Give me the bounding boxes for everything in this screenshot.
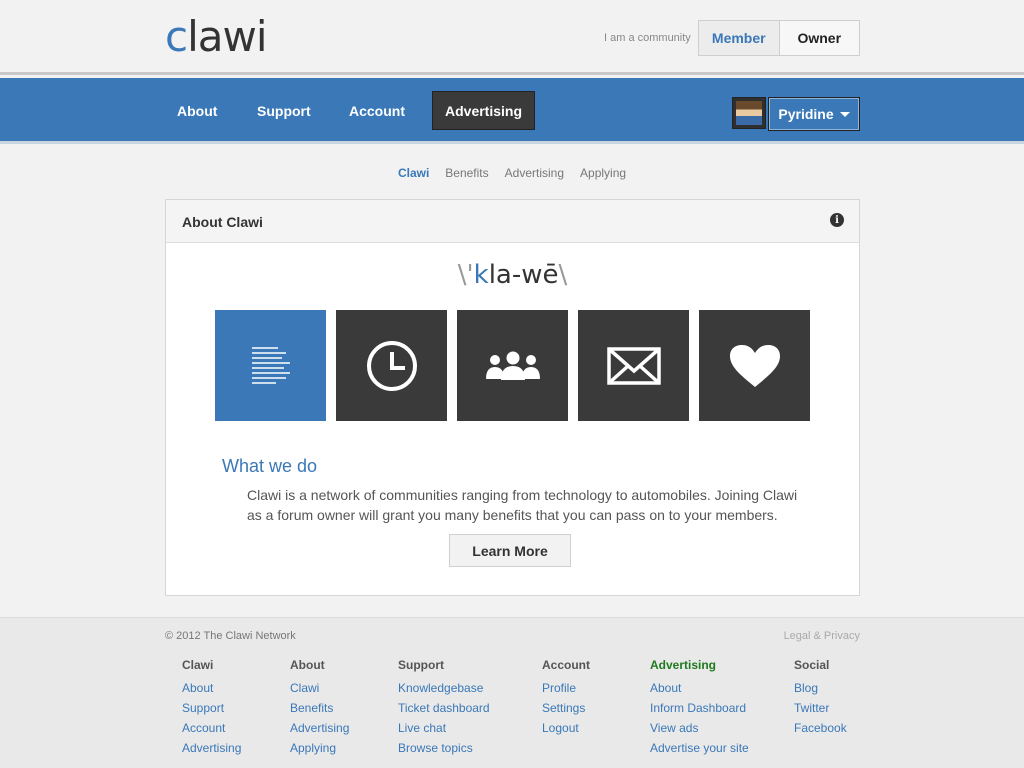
envelope-icon <box>606 346 661 385</box>
nav-support[interactable]: Support <box>245 91 323 130</box>
footer-link[interactable]: Twitter <box>794 698 847 718</box>
tile-about[interactable] <box>215 310 326 421</box>
footer-col-title: Social <box>794 658 830 672</box>
copyright: © 2012 The Clawi Network <box>165 630 296 642</box>
footer-link[interactable]: Advertising <box>290 718 349 738</box>
tile-community[interactable] <box>457 310 568 421</box>
footer-link[interactable]: Advertise your site <box>650 738 749 758</box>
sub-nav: Clawi Benefits Advertising Applying <box>0 166 1024 180</box>
site-footer: © 2012 The Clawi Network Legal & Privacy… <box>0 617 1024 768</box>
feature-tiles <box>215 310 810 421</box>
people-icon <box>485 351 540 380</box>
role-toggle: Member Owner <box>698 20 860 56</box>
tile-benefits[interactable] <box>699 310 810 421</box>
footer-link[interactable]: Support <box>182 698 241 718</box>
user-name: Pyridine <box>778 106 834 122</box>
footer-link[interactable]: Clawi <box>290 678 349 698</box>
footer-link[interactable]: Ticket dashboard <box>398 698 490 718</box>
footer-col-title: Support <box>398 658 444 672</box>
section-title: What we do <box>222 456 318 476</box>
panel-title: About Clawi <box>182 214 263 230</box>
subnav-clawi[interactable]: Clawi <box>398 166 429 180</box>
nav-about[interactable]: About <box>165 91 229 130</box>
footer-link[interactable]: Inform Dashboard <box>650 698 749 718</box>
main-nav: About Support Account Advertising Pyridi… <box>0 78 1024 144</box>
footer-link[interactable]: Advertising <box>182 738 241 758</box>
footer-link[interactable]: Logout <box>542 718 590 738</box>
clawi-logo[interactable]: clawi <box>165 12 268 62</box>
subnav-advertising[interactable]: Advertising <box>505 166 564 180</box>
footer-col-about: About Clawi Benefits Advertising Applyin… <box>290 658 349 758</box>
panel-header: About Clawi i <box>166 200 859 243</box>
footer-link[interactable]: Profile <box>542 678 590 698</box>
caret-down-icon <box>839 111 850 117</box>
subnav-applying[interactable]: Applying <box>580 166 626 180</box>
footer-link[interactable]: About <box>650 678 749 698</box>
member-button[interactable]: Member <box>699 21 780 55</box>
footer-col-clawi: Clawi About Support Account Advertising <box>182 658 241 758</box>
footer-col-account: Account Profile Settings Logout <box>542 658 590 738</box>
footer-link[interactable]: About <box>182 678 241 698</box>
footer-col-title: Advertising <box>650 658 717 672</box>
clock-icon <box>366 340 417 391</box>
nav-account[interactable]: Account <box>337 91 417 130</box>
footer-col-title: About <box>290 658 325 672</box>
footer-link[interactable]: Blog <box>794 678 847 698</box>
avatar[interactable] <box>732 97 766 129</box>
footer-link[interactable]: Account <box>182 718 241 738</box>
footer-col-support: Support Knowledgebase Ticket dashboard L… <box>398 658 490 758</box>
legal-privacy-link[interactable]: Legal & Privacy <box>784 630 860 642</box>
site-header: clawi I am a community Member Owner <box>0 0 1024 75</box>
footer-col-title: Clawi <box>182 658 214 672</box>
footer-link[interactable]: Settings <box>542 698 590 718</box>
avatar-image <box>736 101 762 125</box>
subnav-benefits[interactable]: Benefits <box>445 166 488 180</box>
community-label: I am a community <box>604 32 691 44</box>
footer-link[interactable]: Facebook <box>794 718 847 738</box>
pronunciation: \'kla-wē\ <box>457 260 568 290</box>
heart-icon <box>729 344 780 387</box>
footer-link[interactable]: Browse topics <box>398 738 490 758</box>
user-menu-button[interactable]: Pyridine <box>768 97 860 131</box>
tile-contact[interactable] <box>578 310 689 421</box>
footer-col-title: Account <box>542 658 590 672</box>
owner-button[interactable]: Owner <box>779 21 859 55</box>
info-icon[interactable]: i <box>830 213 844 227</box>
footer-link[interactable]: Live chat <box>398 718 490 738</box>
learn-more-button[interactable]: Learn More <box>449 534 571 567</box>
section-body: Clawi is a network of communities rangin… <box>247 487 798 523</box>
footer-col-advertising: Advertising About Inform Dashboard View … <box>650 658 749 758</box>
footer-col-social: Social Blog Twitter Facebook <box>794 658 847 738</box>
document-lines-icon <box>251 346 290 384</box>
footer-link[interactable]: Knowledgebase <box>398 678 490 698</box>
nav-advertising[interactable]: Advertising <box>432 91 536 130</box>
footer-link[interactable]: Benefits <box>290 698 349 718</box>
tile-history[interactable] <box>336 310 447 421</box>
footer-link[interactable]: Applying <box>290 738 349 758</box>
about-panel: About Clawi i \'kla-wē\ What we do Clawi… <box>165 199 860 596</box>
footer-link[interactable]: View ads <box>650 718 749 738</box>
